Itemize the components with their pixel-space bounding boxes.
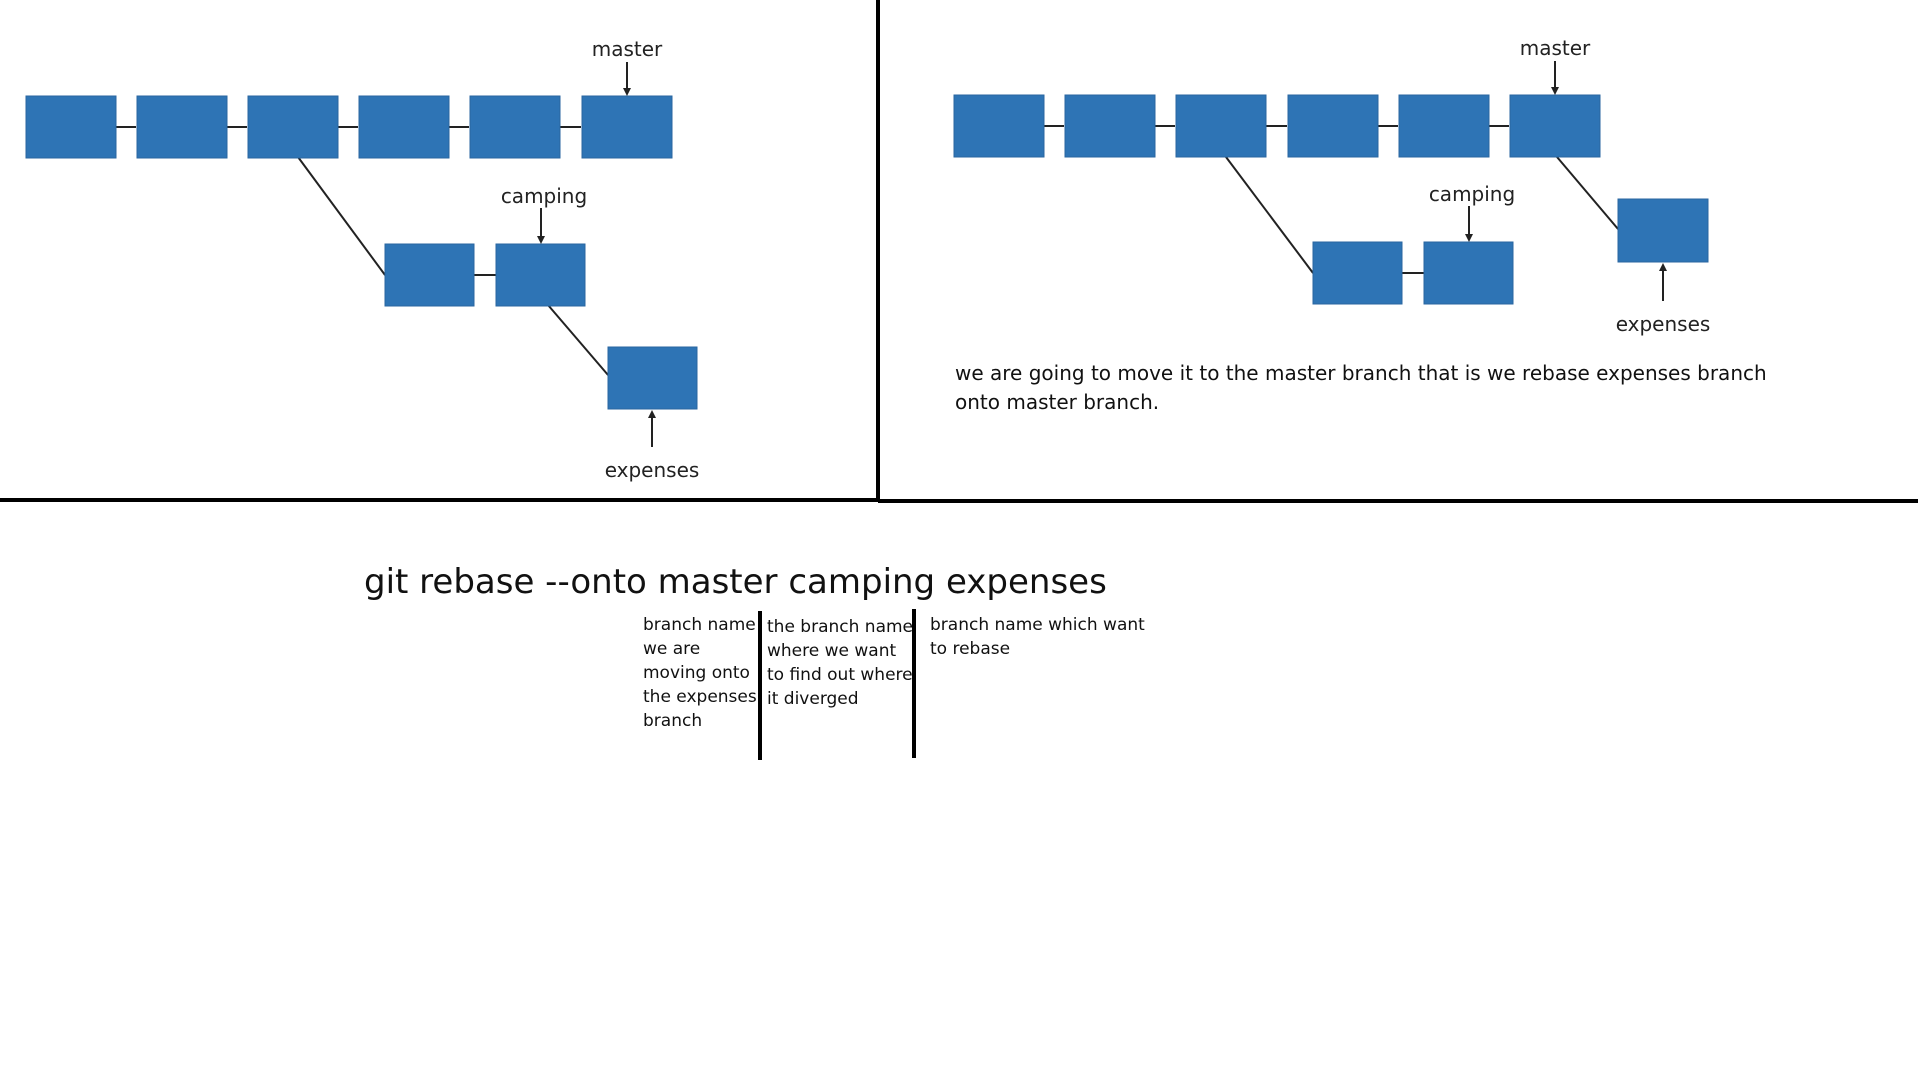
commit-node-master-tip (581, 95, 673, 159)
branch-connector-camping (1225, 156, 1314, 274)
annotation-onto-branch: branch name we are moving onto the expen… (643, 615, 757, 731)
commit-node (358, 95, 450, 159)
branch-connector-camping (297, 156, 386, 276)
before-diagram: master camping expenses (25, 37, 700, 482)
annotation-rebased-branch: branch name which want to rebase (930, 615, 1145, 659)
annotation-upstream-branch: the branch name where we want to find ou… (767, 617, 914, 709)
commit-node (136, 95, 228, 159)
branch-connector-expenses (1556, 156, 1619, 230)
commit-node (25, 95, 117, 159)
commit-node (953, 94, 1045, 158)
after-diagram: master camping expenses (953, 36, 1711, 336)
commit-node (469, 95, 561, 159)
commit-node (1175, 94, 1267, 158)
branch-connector-expenses (547, 304, 609, 376)
commit-node (1287, 94, 1379, 158)
commit-node-camping-tip (1423, 241, 1514, 305)
commit-node (1312, 241, 1403, 305)
commit-node (1398, 94, 1490, 158)
master-label: master (592, 37, 663, 61)
commit-node (1064, 94, 1156, 158)
commit-node-expenses-tip (1617, 198, 1709, 263)
camping-label: camping (1429, 182, 1515, 206)
commit-node (247, 95, 339, 159)
commit-node-master-tip (1509, 94, 1601, 158)
commit-node (384, 243, 475, 307)
commit-node-expenses-tip (607, 346, 698, 410)
git-command: git rebase --onto master camping expense… (364, 562, 1107, 602)
rebase-diagram-canvas: master camping expenses master camping e… (0, 0, 1918, 760)
commit-node-camping-tip (495, 243, 586, 307)
camping-label: camping (501, 184, 587, 208)
rebase-caption: we are going to move it to the master br… (955, 361, 1767, 414)
master-label: master (1520, 36, 1591, 60)
expenses-label: expenses (605, 458, 700, 482)
expenses-label: expenses (1616, 312, 1711, 336)
